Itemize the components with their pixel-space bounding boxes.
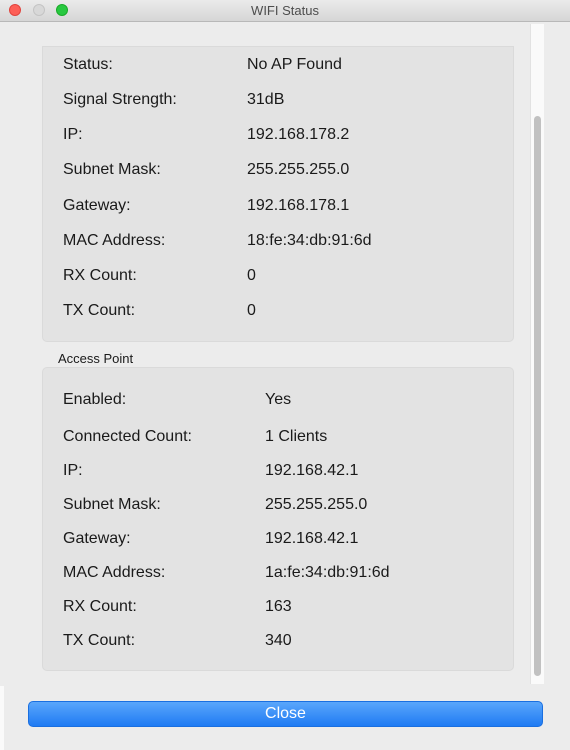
signal-strength-label: Signal Strength: [63,91,177,108]
mac-address-label: MAC Address: [63,232,166,249]
ap-mac-address-value: 1a:fe:34:db:91:6d [265,564,390,581]
status-label: Status: [63,56,113,73]
subnet-mask-label: Subnet Mask: [63,161,161,178]
mac-address-row: MAC Address: 18:fe:34:db:91:6d [43,232,513,256]
window-title: WIFI Status [251,3,319,18]
ap-subnet-mask-row: Subnet Mask: 255.255.255.0 [43,496,513,520]
connected-count-label: Connected Count: [63,428,192,445]
ap-mac-address-label: MAC Address: [63,564,166,581]
ip-row: IP: 192.168.178.2 [43,126,513,150]
ap-tx-count-value: 340 [265,632,292,649]
status-value: No AP Found [247,56,342,73]
mac-address-value: 18:fe:34:db:91:6d [247,232,372,249]
gateway-value: 192.168.178.1 [247,197,350,214]
close-button[interactable]: Close [28,701,543,727]
vertical-scrollbar[interactable] [530,24,544,684]
gateway-label: Gateway: [63,197,131,214]
enabled-value: Yes [265,391,292,408]
subnet-mask-value: 255.255.255.0 [247,161,350,178]
tx-count-label: TX Count: [63,302,136,319]
gateway-row: Gateway: 192.168.178.1 [43,197,513,221]
access-point-group-title: Access Point [58,351,134,366]
tx-count-value: 0 [247,302,256,319]
ip-value: 192.168.178.2 [247,126,350,143]
ip-label: IP: [63,126,83,143]
connected-count-value: 1 Clients [265,428,328,445]
rx-count-row: RX Count: 0 [43,267,513,291]
ap-ip-row: IP: 192.168.42.1 [43,462,513,486]
ap-subnet-mask-label: Subnet Mask: [63,496,161,513]
ap-tx-count-label: TX Count: [63,632,136,649]
ap-gateway-label: Gateway: [63,530,131,547]
tx-count-row: TX Count: 0 [43,302,513,326]
signal-strength-row: Signal Strength: 31dB [43,91,513,115]
title-bar: WIFI Status [0,0,570,22]
ap-subnet-mask-value: 255.255.255.0 [265,496,368,513]
ap-gateway-value: 192.168.42.1 [265,530,359,547]
ap-ip-label: IP: [63,462,83,479]
access-point-box: Enabled: Yes Connected Count: 1 Clients … [42,367,514,671]
enabled-label: Enabled: [63,391,127,408]
station-status-box: Status: No AP Found Signal Strength: 31d… [42,46,514,342]
signal-strength-value: 31dB [247,91,285,108]
ap-rx-count-value: 163 [265,598,292,615]
ap-tx-count-row: TX Count: 340 [43,632,513,656]
ap-rx-count-row: RX Count: 163 [43,598,513,622]
ap-gateway-row: Gateway: 192.168.42.1 [43,530,513,554]
connected-count-row: Connected Count: 1 Clients [43,428,513,452]
status-row: Status: No AP Found [43,56,513,80]
rx-count-value: 0 [247,267,256,284]
scrollbar-thumb[interactable] [534,116,541,676]
ap-ip-value: 192.168.42.1 [265,462,359,479]
rx-count-label: RX Count: [63,267,137,284]
ap-mac-address-row: MAC Address: 1a:fe:34:db:91:6d [43,564,513,588]
enabled-row: Enabled: Yes [43,391,513,415]
ap-rx-count-label: RX Count: [63,598,137,615]
subnet-mask-row: Subnet Mask: 255.255.255.0 [43,161,513,185]
